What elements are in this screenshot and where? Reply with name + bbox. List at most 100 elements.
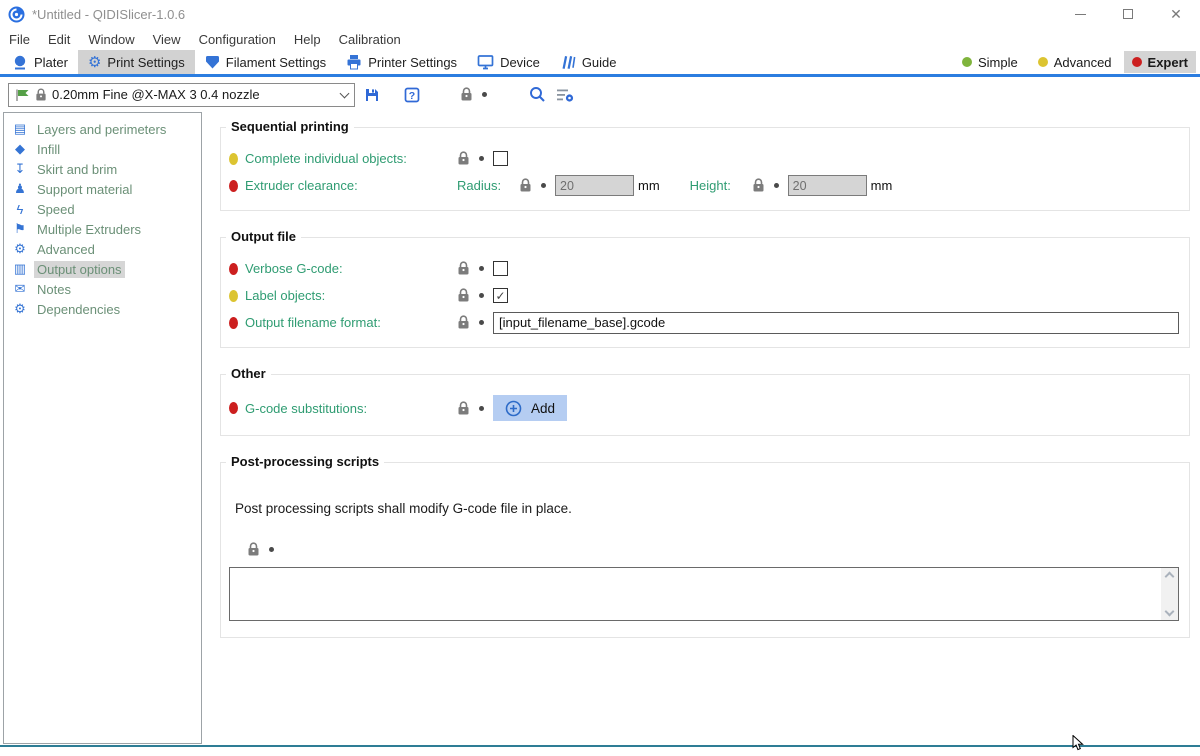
sidebar-item-support-material[interactable]: ♟ Support material (4, 179, 201, 199)
section-sequential-printing: Sequential printing Complete individual … (220, 127, 1190, 211)
sidebar-item-notes[interactable]: ✉ Notes (4, 279, 201, 299)
tab-print-settings[interactable]: ⚙ Print Settings (78, 50, 195, 74)
menu-window[interactable]: Window (79, 32, 143, 47)
extruder-clearance-radius-input[interactable] (555, 175, 634, 196)
post-processing-lock-row (247, 542, 1181, 557)
sidebar-item-infill[interactable]: ◆ Infill (4, 139, 201, 159)
window-bottom-edge (0, 745, 1200, 747)
extruder-clearance-height-input[interactable] (788, 175, 867, 196)
search-button[interactable] (529, 86, 546, 103)
tab-label: Plater (34, 55, 68, 70)
setting-label: Extruder clearance: (245, 178, 358, 193)
sidebar-item-layers-and-perimeters[interactable]: ▤ Layers and perimeters (4, 119, 201, 139)
section-title: Post-processing scripts (226, 454, 384, 469)
window-title: *Untitled - QIDISlicer-1.0.6 (32, 7, 185, 22)
output-options-icon: ▥ (12, 261, 28, 277)
mouse-cursor (1072, 735, 1088, 756)
tab-label: Print Settings (107, 55, 184, 70)
minimize-button[interactable] (1056, 0, 1104, 28)
sidebar-item-output-options[interactable]: ▥ Output options (4, 259, 201, 279)
sidebar-item-multiple-extruders[interactable]: ⚑ Multiple Extruders (4, 219, 201, 239)
tab-label: Filament Settings (226, 55, 326, 70)
add-substitution-button[interactable]: Add (493, 395, 567, 421)
radius-label: Radius: (457, 178, 519, 193)
unit-label: mm (871, 178, 893, 193)
mode-advanced[interactable]: Advanced (1030, 51, 1120, 73)
settings-view-button[interactable] (556, 87, 575, 103)
sidebar-item-advanced[interactable]: ⚙ Advanced (4, 239, 201, 259)
param-level-dot-icon (229, 317, 238, 329)
sidebar-item-dependencies[interactable]: ⚙ Dependencies (4, 299, 201, 319)
setting-label: Complete individual objects: (245, 151, 407, 166)
sidebar-item-speed[interactable]: ϟ Speed (4, 199, 201, 219)
lock-icon[interactable] (457, 315, 470, 330)
question-help-button[interactable]: ? (404, 87, 420, 103)
filament-icon (205, 54, 220, 70)
output-filename-format-input[interactable] (493, 312, 1179, 334)
tab-label: Device (500, 55, 540, 70)
advanced-mode-dot-icon (1038, 57, 1048, 67)
guide-icon (560, 54, 576, 70)
tab-plater[interactable]: Plater (2, 50, 78, 74)
param-level-dot-icon (229, 153, 238, 165)
notes-icon: ✉ (12, 281, 28, 297)
lock-icon[interactable] (519, 178, 532, 193)
scrollbar[interactable] (1161, 568, 1178, 620)
menu-calibration[interactable]: Calibration (330, 32, 410, 47)
support-icon: ♟ (12, 181, 28, 197)
menu-file[interactable]: File (0, 32, 39, 47)
sidebar-item-skirt-and-brim[interactable]: ↧ Skirt and brim (4, 159, 201, 179)
mode-expert[interactable]: Expert (1124, 51, 1196, 73)
post-processing-scripts-textarea[interactable] (230, 568, 1161, 620)
maximize-button[interactable] (1104, 0, 1152, 28)
lock-settings-button[interactable] (460, 87, 473, 102)
tab-filament-settings[interactable]: Filament Settings (195, 50, 336, 74)
settings-page-output-options: Sequential printing Complete individual … (220, 112, 1190, 664)
section-post-processing-scripts: Post-processing scripts Post processing … (220, 462, 1190, 638)
maximize-icon (1123, 9, 1133, 19)
post-processing-scripts-field (229, 567, 1179, 621)
chevron-down-icon (340, 88, 350, 98)
menu-edit[interactable]: Edit (39, 32, 79, 47)
lock-icon[interactable] (247, 542, 260, 557)
circled-plus-icon (505, 400, 522, 417)
lock-icon[interactable] (457, 151, 470, 166)
complete-individual-objects-checkbox[interactable] (493, 151, 508, 166)
menu-configuration[interactable]: Configuration (190, 32, 285, 47)
scroll-down-icon[interactable] (1165, 607, 1175, 617)
dependencies-gear-icon: ⚙ (12, 301, 28, 317)
section-title: Sequential printing (226, 119, 354, 134)
print-preset-dropdown[interactable]: 0.20mm Fine @X-MAX 3 0.4 nozzle (8, 83, 355, 107)
section-other: Other G-code substitutions: Add (220, 374, 1190, 436)
preset-toolbar: 0.20mm Fine @X-MAX 3 0.4 nozzle ? (0, 77, 1200, 112)
param-level-dot-icon (229, 180, 238, 192)
tab-device[interactable]: Device (467, 50, 550, 74)
close-button[interactable]: ✕ (1152, 0, 1200, 28)
lock-icon[interactable] (457, 261, 470, 276)
skirt-icon: ↧ (12, 161, 28, 177)
tab-label: Guide (582, 55, 617, 70)
mode-simple[interactable]: Simple (954, 51, 1026, 73)
tab-printer-settings[interactable]: Printer Settings (336, 50, 467, 74)
scroll-up-icon[interactable] (1165, 572, 1175, 582)
menu-view[interactable]: View (144, 32, 190, 47)
lock-icon[interactable] (457, 401, 470, 416)
preset-name: 0.20mm Fine @X-MAX 3 0.4 nozzle (52, 87, 260, 102)
mode-label: Simple (978, 55, 1018, 70)
setting-row-label-objects: Label objects: ✓ (229, 285, 1181, 306)
verbose-gcode-checkbox[interactable] (493, 261, 508, 276)
tab-guide[interactable]: Guide (550, 50, 627, 74)
menu-help[interactable]: Help (285, 32, 330, 47)
svg-text:?: ? (409, 90, 415, 102)
revert-dot-icon (269, 547, 274, 552)
unit-label: mm (638, 178, 660, 193)
lock-icon[interactable] (457, 288, 470, 303)
close-icon: ✕ (1170, 7, 1182, 21)
save-preset-button[interactable] (364, 87, 380, 103)
lock-icon[interactable] (752, 178, 765, 193)
revert-dot-icon (774, 183, 779, 188)
setting-label: Verbose G-code: (245, 261, 343, 276)
advanced-gear-icon: ⚙ (12, 241, 28, 257)
label-objects-checkbox[interactable]: ✓ (493, 288, 508, 303)
simple-mode-dot-icon (962, 57, 972, 67)
